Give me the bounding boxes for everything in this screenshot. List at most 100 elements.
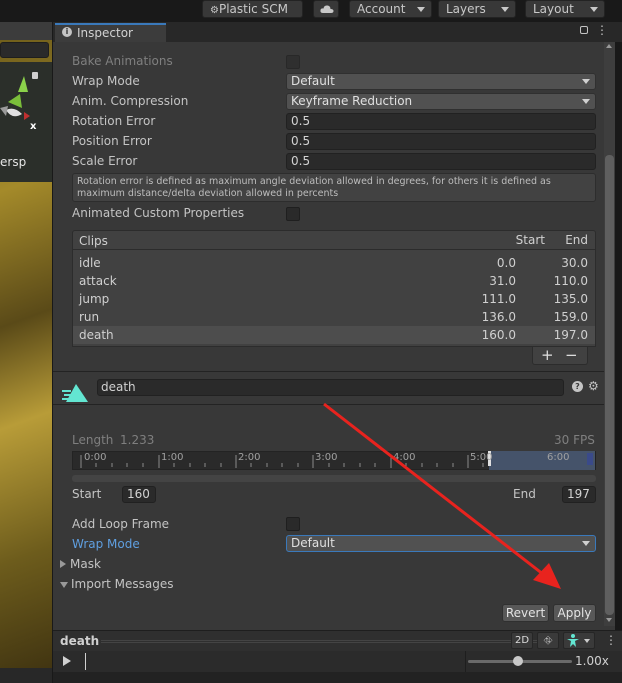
clip-row[interactable]: idle 0.0 30.0: [73, 254, 595, 272]
chevron-down-icon: [417, 7, 425, 12]
timeline-tick-label: 3:00: [315, 452, 338, 463]
layers-dropdown[interactable]: Layers: [438, 0, 516, 18]
chevron-down-icon: [582, 79, 590, 84]
cloud-button[interactable]: [313, 0, 339, 18]
length-label: Length: [72, 433, 114, 447]
timeline-tick-label: 6:00: [547, 452, 570, 463]
scene-search-field[interactable]: [0, 42, 49, 58]
lock-icon[interactable]: [580, 26, 588, 34]
clips-add-remove: + −: [532, 347, 588, 365]
persp-label[interactable]: ersp: [0, 155, 26, 169]
layout-dropdown[interactable]: Layout: [525, 0, 605, 18]
clips-end-header: End: [565, 233, 588, 247]
speed-value: 1.00x: [575, 654, 609, 668]
animated-custom-props-label: Animated Custom Properties: [72, 206, 245, 220]
preview-viewport[interactable]: [53, 672, 622, 683]
clip-row[interactable]: jump 111.0 135.0: [73, 290, 595, 308]
clip-row-selected[interactable]: death 160.0 197.0: [73, 326, 595, 344]
plastic-scm-icon: ⚙: [210, 5, 219, 16]
end-frame-field[interactable]: 197: [562, 486, 596, 503]
apply-button[interactable]: Apply: [553, 604, 596, 622]
clip-start: 136.0: [481, 310, 516, 324]
timeline-tick-label: 4:00: [393, 452, 416, 463]
scene-bottom-bar: [0, 668, 52, 683]
clip-wrap-mode-dropdown[interactable]: Default: [286, 535, 596, 552]
divider: [465, 651, 466, 672]
revert-button[interactable]: Revert: [502, 604, 549, 622]
clip-name: run: [79, 310, 100, 324]
divider: [53, 404, 615, 405]
add-loop-frame-checkbox[interactable]: [286, 517, 300, 531]
clips-start-header: Start: [515, 233, 545, 247]
wrap-mode-label: Wrap Mode: [72, 74, 140, 88]
scroll-down-icon[interactable]: [606, 618, 612, 622]
start-frame-field[interactable]: 160: [122, 486, 156, 503]
clip-end: 197.0: [553, 328, 588, 342]
scale-error-label: Scale Error: [72, 154, 138, 168]
clip-row[interactable]: run 136.0 159.0: [73, 308, 595, 326]
rotation-error-field[interactable]: 0.5: [286, 113, 596, 130]
end-label: End: [513, 487, 536, 501]
length-value: 1.233: [120, 433, 155, 447]
position-error-label: Position Error: [72, 134, 152, 148]
timeline-scrub-bar[interactable]: [72, 475, 596, 482]
clip-start: 160.0: [481, 328, 516, 342]
help-icon[interactable]: ?: [572, 381, 583, 392]
mask-foldout[interactable]: Mask: [60, 557, 101, 571]
animation-clip-icon: [62, 384, 88, 402]
fps-value: 30 FPS: [554, 433, 595, 447]
chevron-down-icon: [582, 99, 590, 104]
clip-row[interactable]: attack 31.0 110.0: [73, 272, 595, 290]
clip-end: 30.0: [561, 256, 588, 270]
preview-menu-icon[interactable]: ⋮: [605, 633, 617, 647]
wrap-mode-dropdown[interactable]: Default: [286, 73, 596, 90]
avatar-icon: [567, 634, 590, 647]
preview-clip-name: death: [60, 634, 100, 648]
account-dropdown[interactable]: Account: [349, 0, 432, 18]
add-clip-button[interactable]: +: [541, 347, 554, 363]
scene-gizmo-icon[interactable]: [0, 62, 52, 162]
clip-start: 31.0: [489, 274, 516, 288]
range-end-handle[interactable]: [587, 453, 593, 465]
avatar-preview-button[interactable]: [563, 632, 595, 649]
clips-header-label: Clips: [79, 234, 108, 248]
playhead[interactable]: [85, 653, 86, 670]
scroll-up-icon[interactable]: [606, 44, 612, 48]
clip-wrap-mode-label: Wrap Mode: [72, 537, 140, 551]
clip-name-field[interactable]: death: [97, 379, 564, 396]
anim-compression-label: Anim. Compression: [72, 94, 189, 108]
clip-start: 0.0: [496, 256, 516, 270]
timeline-tick-label: 5:00: [470, 452, 493, 463]
clip-end: 159.0: [553, 310, 588, 324]
scale-error-field[interactable]: 0.5: [286, 153, 596, 170]
gear-icon[interactable]: ⚙: [588, 379, 599, 393]
import-messages-foldout[interactable]: Import Messages: [60, 577, 174, 591]
scrollbar-thumb[interactable]: [605, 155, 614, 615]
remove-clip-button[interactable]: −: [565, 347, 578, 363]
clips-header: Clips Start End: [72, 230, 596, 250]
play-icon[interactable]: [63, 656, 71, 666]
speed-slider-handle[interactable]: [513, 656, 523, 666]
clip-name: idle: [79, 256, 101, 270]
bake-animations-label: Bake Animations: [72, 54, 173, 68]
chevron-down-icon: [590, 7, 598, 12]
plastic-scm-button[interactable]: ⚙Plastic SCM: [202, 0, 303, 18]
preview-drag-handle[interactable]: [101, 640, 556, 643]
divider: [53, 371, 615, 372]
animated-custom-props-checkbox[interactable]: [286, 207, 300, 221]
pivot-icon[interactable]: ⛗: [537, 632, 559, 649]
clip-range-highlight[interactable]: [489, 451, 595, 470]
timeline-tick-label: 1:00: [161, 452, 184, 463]
top-toolbar: ⚙Plastic SCM Account Layers Layout: [0, 0, 622, 20]
kebab-menu-icon[interactable]: ⋮: [596, 24, 608, 36]
scene-header: [0, 22, 52, 40]
bake-animations-checkbox[interactable]: [286, 55, 300, 69]
info-icon: i: [62, 27, 72, 37]
chevron-right-icon: [60, 560, 66, 568]
mode-2d-button[interactable]: 2D: [511, 632, 533, 649]
rotation-error-label: Rotation Error: [72, 114, 156, 128]
position-error-field[interactable]: 0.5: [286, 133, 596, 150]
anim-compression-dropdown[interactable]: Keyframe Reduction: [286, 93, 596, 110]
chevron-down-icon: [582, 541, 590, 546]
axis-x-label: x: [30, 121, 37, 132]
